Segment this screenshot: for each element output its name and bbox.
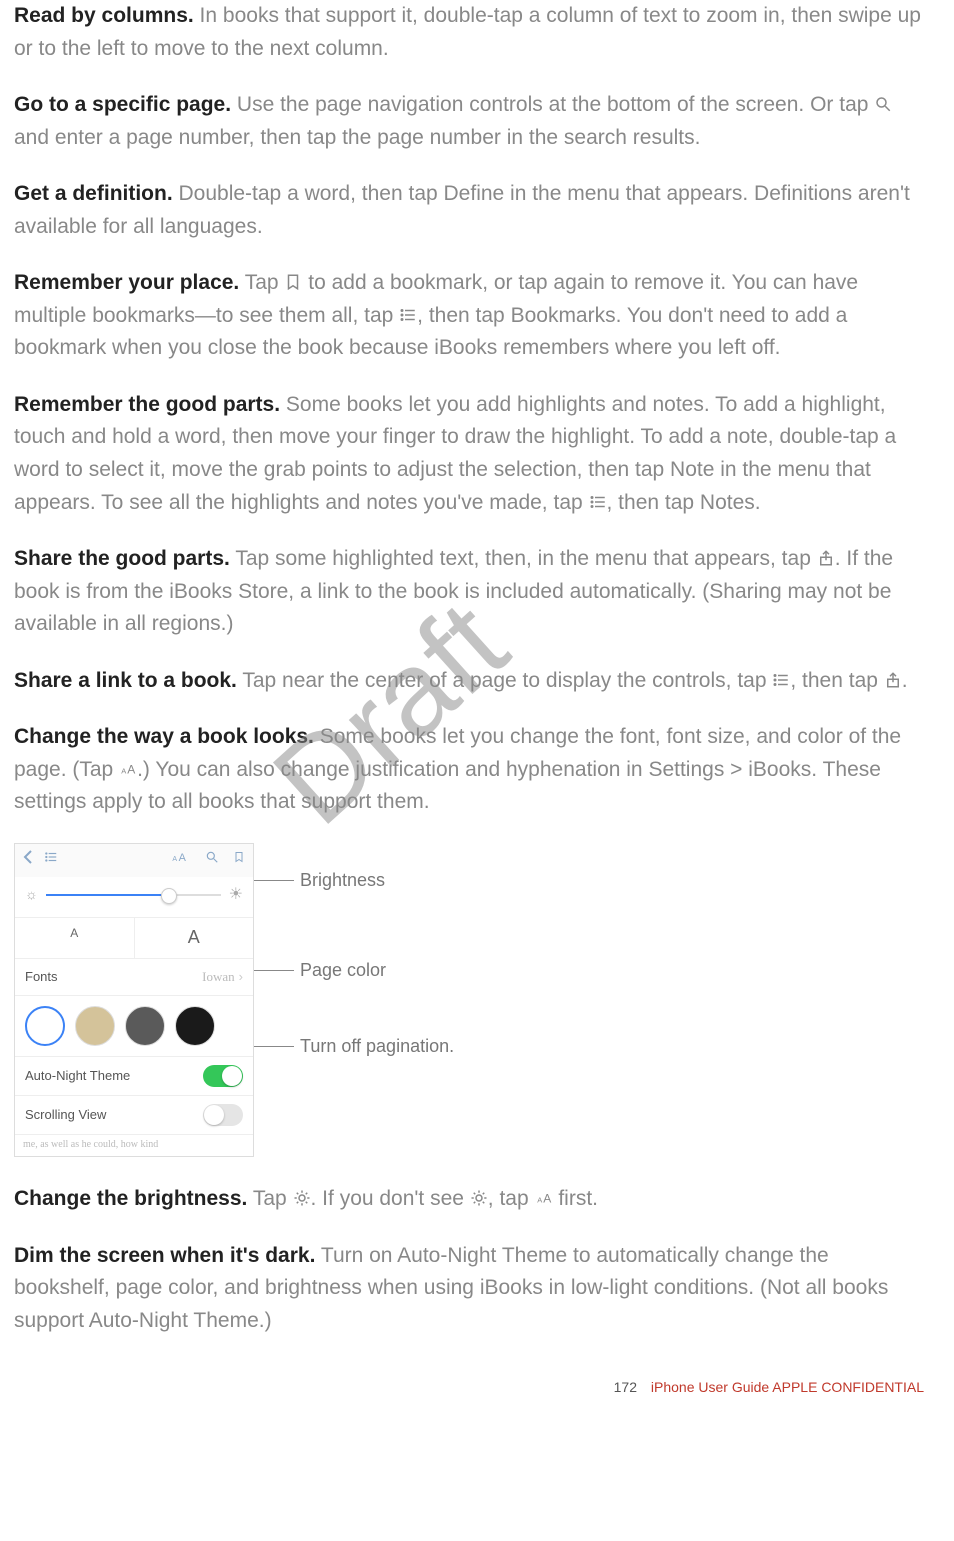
body: , tap bbox=[488, 1187, 535, 1210]
body: and enter a page number, then tap the pa… bbox=[14, 126, 700, 149]
lead: Change the brightness. bbox=[14, 1187, 247, 1210]
callout-line bbox=[254, 1046, 294, 1047]
callout-pagination: Turn off pagination. bbox=[254, 1033, 454, 1061]
color-black[interactable] bbox=[175, 1006, 215, 1046]
font-size-row: A A bbox=[15, 917, 253, 959]
body: Tap near the center of a page to display… bbox=[237, 669, 772, 692]
lead: Go to a specific page. bbox=[14, 93, 231, 116]
page-number: 172 bbox=[614, 1379, 637, 1395]
body: , then tap Notes. bbox=[607, 491, 761, 514]
paragraph-share-good-parts: Share the good parts. Tap some highlight… bbox=[14, 543, 924, 641]
svg-text:A: A bbox=[543, 1191, 551, 1205]
paragraph-definition: Get a definition. Double-tap a word, the… bbox=[14, 178, 924, 243]
lead: Dim the screen when it's dark. bbox=[14, 1244, 315, 1267]
body: Tap bbox=[247, 1187, 292, 1210]
lead: Remember the good parts. bbox=[14, 393, 280, 416]
brightness-low-icon: ☼ bbox=[25, 884, 38, 906]
bookmark-icon bbox=[284, 273, 302, 291]
svg-text:A: A bbox=[179, 852, 187, 864]
body: first. bbox=[553, 1187, 599, 1210]
brightness-high-icon: ☀ bbox=[229, 883, 243, 908]
paragraph-good-parts: Remember the good parts. Some books let … bbox=[14, 389, 924, 519]
fonts-value: Iowan bbox=[202, 969, 235, 984]
scrolling-view-row: Scrolling View bbox=[15, 1096, 253, 1135]
panel-toolbar: AA bbox=[15, 844, 253, 877]
search-icon bbox=[874, 95, 892, 113]
appearance-panel-figure: AA ☼ ☀ A A Fonts Iowan› Auto-Night Theme bbox=[14, 843, 924, 1157]
increase-font-button[interactable]: A bbox=[135, 918, 254, 958]
lead: Get a definition. bbox=[14, 182, 173, 205]
paragraph-read-columns: Read by columns. In books that support i… bbox=[14, 0, 924, 65]
text-size-icon: AA bbox=[535, 1189, 553, 1207]
paragraph-dim-dark: Dim the screen when it's dark. Turn on A… bbox=[14, 1240, 924, 1338]
toc-icon bbox=[589, 493, 607, 511]
appearance-panel: AA ☼ ☀ A A Fonts Iowan› Auto-Night Theme bbox=[14, 843, 254, 1157]
callout-page-color: Page color bbox=[254, 957, 454, 985]
body: Use the page navigation controls at the … bbox=[231, 93, 874, 116]
lead: Share a link to a book. bbox=[14, 669, 237, 692]
color-sepia[interactable] bbox=[75, 1006, 115, 1046]
paragraph-specific-page: Go to a specific page. Use the page navi… bbox=[14, 89, 924, 154]
toc-icon bbox=[399, 306, 417, 324]
body: , then tap bbox=[790, 669, 883, 692]
paragraph-remember-place: Remember your place. Tap to add a bookma… bbox=[14, 267, 924, 365]
text-size-icon: AA bbox=[119, 760, 137, 778]
footer-text: iPhone User Guide APPLE CONFIDENTIAL bbox=[651, 1379, 924, 1395]
color-white[interactable] bbox=[25, 1006, 65, 1046]
callout-text: Brightness bbox=[300, 867, 385, 895]
callout-text: Page color bbox=[300, 957, 386, 985]
decrease-font-button[interactable]: A bbox=[15, 918, 135, 958]
bookmark-icon bbox=[233, 849, 245, 871]
auto-night-toggle[interactable] bbox=[203, 1065, 243, 1087]
callout-text: Turn off pagination. bbox=[300, 1033, 454, 1061]
text-size-icon: AA bbox=[171, 849, 191, 871]
color-gray[interactable] bbox=[125, 1006, 165, 1046]
callout-line bbox=[254, 970, 294, 971]
brightness-icon bbox=[293, 1189, 311, 1207]
svg-text:A: A bbox=[537, 1195, 542, 1204]
body: .) You can also change justification and… bbox=[14, 758, 881, 814]
svg-text:A: A bbox=[121, 766, 126, 775]
search-icon bbox=[205, 849, 219, 871]
toc-icon bbox=[43, 849, 59, 871]
page-footer: 172 iPhone User Guide APPLE CONFIDENTIAL bbox=[14, 1377, 924, 1399]
auto-night-label: Auto-Night Theme bbox=[25, 1066, 130, 1086]
fonts-label: Fonts bbox=[25, 967, 58, 987]
share-icon bbox=[817, 549, 835, 567]
svg-text:A: A bbox=[127, 762, 135, 776]
body: Tap bbox=[239, 271, 284, 294]
brightness-slider-row: ☼ ☀ bbox=[15, 877, 253, 918]
lead: Read by columns. bbox=[14, 4, 194, 27]
lead: Remember your place. bbox=[14, 271, 239, 294]
body: . If you don't see bbox=[311, 1187, 470, 1210]
scrolling-label: Scrolling View bbox=[25, 1105, 106, 1125]
brightness-slider[interactable] bbox=[46, 894, 221, 896]
paragraph-share-link: Share a link to a book. Tap near the cen… bbox=[14, 665, 924, 698]
brightness-icon bbox=[470, 1189, 488, 1207]
body: . bbox=[902, 669, 908, 692]
lead: Share the good parts. bbox=[14, 547, 230, 570]
page-color-row bbox=[15, 996, 253, 1057]
back-icon bbox=[23, 849, 33, 871]
share-icon bbox=[884, 671, 902, 689]
callout-labels: Brightness Page color Turn off paginatio… bbox=[254, 843, 454, 1123]
callout-line bbox=[254, 880, 294, 881]
callout-brightness: Brightness bbox=[254, 867, 454, 895]
scrolling-toggle[interactable] bbox=[203, 1104, 243, 1126]
chevron-right-icon: › bbox=[239, 969, 243, 984]
toc-icon bbox=[772, 671, 790, 689]
body: Tap some highlighted text, then, in the … bbox=[230, 547, 817, 570]
paragraph-change-brightness: Change the brightness. Tap . If you don'… bbox=[14, 1183, 924, 1216]
svg-text:A: A bbox=[172, 856, 177, 863]
paragraph-change-look: Change the way a book looks. Some books … bbox=[14, 721, 924, 819]
auto-night-row: Auto-Night Theme bbox=[15, 1057, 253, 1096]
panel-cut-text: me, as well as he could, how kind bbox=[15, 1135, 253, 1156]
lead: Change the way a book looks. bbox=[14, 725, 314, 748]
fonts-row[interactable]: Fonts Iowan › bbox=[15, 959, 253, 996]
